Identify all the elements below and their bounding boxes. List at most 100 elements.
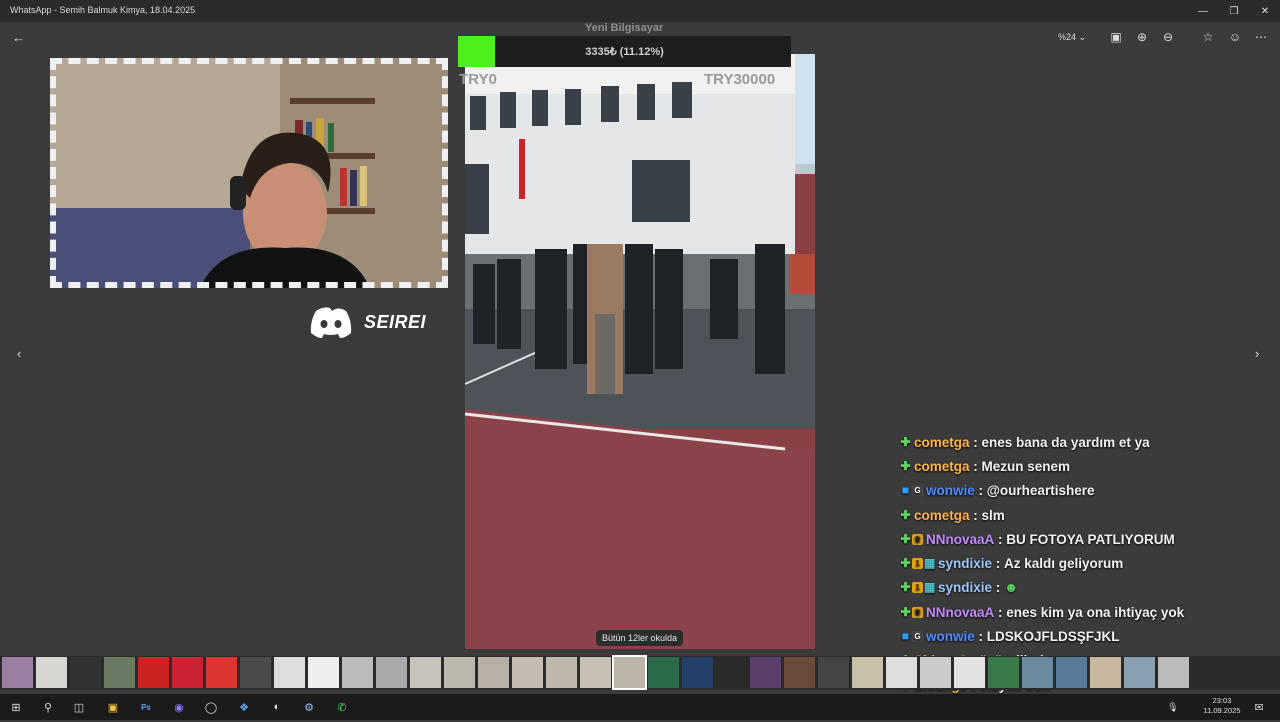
chat-message: ✚ cometga : Mezun senem — [900, 454, 1280, 478]
g-badge-icon: G — [912, 631, 923, 643]
back-arrow-icon[interactable]: ← — [12, 30, 25, 45]
thumbnail[interactable] — [342, 657, 373, 688]
thumbnail[interactable] — [546, 657, 577, 688]
g-badge-icon: G — [912, 485, 923, 497]
microphone-icon[interactable]: 🎙 — [1164, 698, 1182, 716]
thumbnail[interactable] — [36, 657, 67, 688]
clock-time: 23:03 — [1212, 696, 1232, 705]
thumbnail[interactable] — [1090, 657, 1121, 688]
cube-badge-icon: ■ — [901, 629, 910, 644]
thumbnail[interactable] — [1056, 657, 1087, 688]
thumbnail[interactable] — [444, 657, 475, 688]
discord-tag: SEIREI — [308, 305, 426, 339]
close-button[interactable]: ✕ — [1248, 0, 1280, 22]
thumbnail[interactable] — [478, 657, 509, 688]
chat-separator: : — [969, 434, 982, 450]
thumbnail[interactable] — [818, 657, 849, 688]
thumbnail[interactable] — [580, 657, 611, 688]
more-options-icon[interactable]: ⋯ — [1252, 28, 1270, 46]
chat-message: ✚ 1 ▦ syndixie : ☻ — [900, 576, 1280, 600]
thumbnail[interactable] — [784, 657, 815, 688]
donation-progress-bar: 3335₺ (11.12%) — [458, 36, 791, 67]
device-label: Yeni Bilgisayar — [585, 22, 664, 34]
app-icon[interactable]: ❖ — [235, 698, 253, 716]
chat-text: Az kaldı geliyorum — [1004, 556, 1124, 572]
emoji-icon[interactable]: ☺ — [1226, 28, 1244, 46]
plus-badge-icon: ✚ — [900, 507, 911, 522]
chat-username[interactable]: NNnovaaA — [926, 605, 994, 620]
thumbnail[interactable] — [104, 657, 135, 688]
chat-separator: : — [969, 507, 982, 523]
taskbar-clock[interactable]: 23:03 11.09.2025 — [1202, 696, 1242, 716]
minimize-button[interactable]: — — [1186, 0, 1220, 22]
zoom-out-icon[interactable]: ⊖ — [1159, 28, 1177, 46]
chat-separator: : — [992, 556, 1005, 572]
thumbnail[interactable] — [750, 657, 781, 688]
chat-message: ✚ 1 ▦ syndixie : Az kaldı geliyorum — [900, 551, 1280, 575]
steam-icon[interactable]: ⚙ — [300, 698, 318, 716]
thumbnail[interactable] — [70, 657, 101, 688]
chat-text: LDSKOJFLDSŞFJKL — [986, 629, 1120, 645]
search-icon[interactable]: ⚲ — [39, 698, 57, 716]
thumbnail[interactable] — [206, 657, 237, 688]
star-icon[interactable]: ☆ — [1199, 28, 1217, 46]
fit-screen-icon[interactable]: ▣ — [1107, 28, 1125, 46]
thumbnail[interactable] — [886, 657, 917, 688]
thumbnail[interactable] — [512, 657, 543, 688]
whatsapp-icon[interactable]: ✆ — [333, 698, 351, 716]
chat-badges: ■ G — [900, 483, 923, 498]
chat-username[interactable]: cometga — [914, 459, 970, 474]
thumbnail[interactable] — [274, 657, 305, 688]
chat-separator: : — [969, 458, 982, 474]
thumbnail[interactable] — [172, 657, 203, 688]
thumbnail[interactable] — [612, 655, 647, 690]
chat-username[interactable]: NNnovaaA — [926, 532, 994, 547]
taskbar: ⊞ ⚲ ◫ ▣ Ps ◉ ◯ ❖ ◐ ⚙ ✆ 🎙 ✉ — [0, 694, 1280, 720]
obs-icon[interactable]: ◯ — [202, 698, 220, 716]
chat-username[interactable]: wonwie — [926, 629, 975, 644]
webcam-overlay — [50, 58, 448, 288]
task-view-icon[interactable]: ◫ — [70, 698, 88, 716]
thumbnail[interactable] — [648, 657, 679, 688]
next-image-icon[interactable]: › — [1255, 346, 1259, 361]
crown-badge-icon: ♛ — [912, 533, 923, 545]
thumbnail[interactable] — [2, 657, 33, 688]
chat-username[interactable]: cometga — [914, 508, 970, 523]
thumbnail[interactable] — [1124, 657, 1155, 688]
chat-username[interactable]: syndixie — [938, 580, 992, 595]
thumbnail[interactable] — [138, 657, 169, 688]
chat-badges: ✚ — [900, 436, 911, 448]
thumbnail[interactable] — [308, 657, 339, 688]
chat-username[interactable]: cometga — [914, 435, 970, 450]
photoshop-icon[interactable]: Ps — [137, 698, 155, 716]
chrome-icon[interactable]: ◐ — [268, 698, 286, 716]
cube-badge-icon: ■ — [901, 483, 910, 498]
chat-message: ✚ ♛ NNnovaaA : enes kim ya ona ihtiyaç yok — [900, 600, 1280, 624]
thumbnail[interactable] — [716, 657, 747, 688]
thumbnail[interactable] — [954, 657, 985, 688]
chat-badges: ✚ ♛ — [900, 533, 923, 545]
thumbnail[interactable] — [376, 657, 407, 688]
restore-button[interactable]: ❐ — [1217, 0, 1251, 22]
zoom-dropdown[interactable]: %24 ⌄ — [1052, 28, 1092, 46]
chat-text: Mezun senem — [981, 458, 1071, 474]
thumbnail[interactable] — [920, 657, 951, 688]
thumbnail[interactable] — [410, 657, 441, 688]
chat-text: enes bana da yardım et ya — [981, 434, 1150, 450]
chat-username[interactable]: wonwie — [926, 483, 975, 498]
thumbnail[interactable] — [1158, 657, 1189, 688]
thumbnail[interactable] — [988, 657, 1019, 688]
thumbnail[interactable] — [240, 657, 271, 688]
zoom-in-icon[interactable]: ⊕ — [1133, 28, 1151, 46]
thumbnail[interactable] — [852, 657, 883, 688]
chat-username[interactable]: syndixie — [938, 556, 992, 571]
discord-taskbar-icon[interactable]: ◉ — [170, 698, 188, 716]
chat-text: @ourheartishere — [986, 483, 1095, 499]
previous-image-icon[interactable]: ‹ — [17, 346, 21, 361]
windows-start-icon[interactable]: ⊞ — [7, 698, 25, 716]
file-explorer-icon[interactable]: ▣ — [104, 698, 122, 716]
notifications-icon[interactable]: ✉ — [1250, 698, 1268, 716]
thumbnail[interactable] — [1022, 657, 1053, 688]
thumbnail[interactable] — [682, 657, 713, 688]
chat-separator: : — [992, 580, 1005, 596]
